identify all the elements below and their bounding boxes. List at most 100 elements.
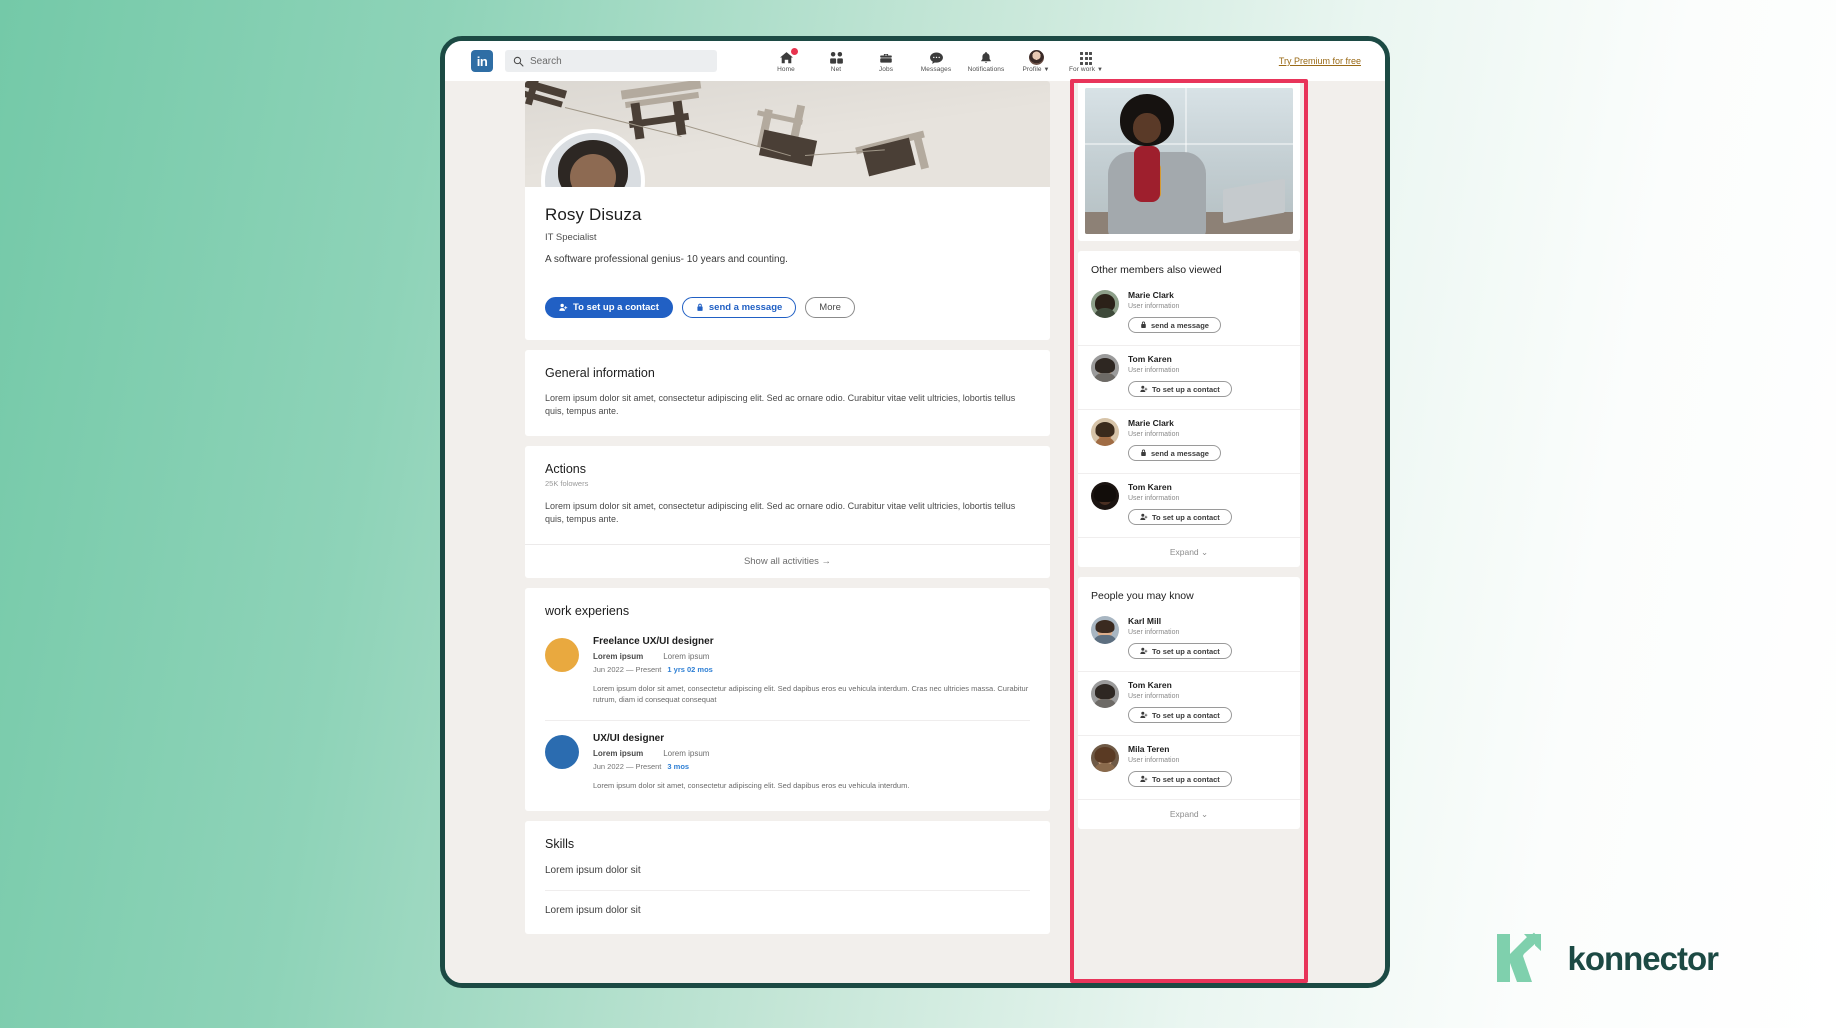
general-information-card: General information Lorem ipsum dolor si… <box>525 350 1050 437</box>
nav-item-messages[interactable]: Messages <box>911 50 961 73</box>
button-label: send a message <box>1151 320 1209 330</box>
work-experience-card: work experiens Freelance UX/UI designer … <box>525 588 1050 811</box>
nav-item-for-work[interactable]: For work ▼ <box>1061 50 1111 73</box>
profile-action-buttons: To set up a contact send a message More <box>545 297 1030 318</box>
add-person-icon <box>1140 385 1148 392</box>
button-label: send a message <box>708 302 783 313</box>
list-item[interactable]: Mila Teren User information To set up a … <box>1078 735 1300 799</box>
lock-icon <box>697 303 703 311</box>
send-message-button[interactable]: send a message <box>1128 445 1221 461</box>
people-you-may-know-card: People you may know Karl Mill User infor… <box>1078 577 1300 829</box>
avatar <box>1091 482 1119 510</box>
send-message-button[interactable]: send a message <box>681 297 797 318</box>
browser-window: in Home <box>440 36 1390 988</box>
list-item[interactable]: Karl Mill User information To set up a c… <box>1078 608 1300 671</box>
set-up-contact-button[interactable]: To set up a contact <box>1128 643 1232 659</box>
avatar <box>1028 49 1044 65</box>
expand-people-you-may-know-button[interactable]: Expand ⌄ <box>1078 799 1300 829</box>
show-all-activities-link[interactable]: Show all activities → <box>525 544 1050 578</box>
section-title: Actions <box>545 462 586 477</box>
add-person-icon <box>559 303 568 311</box>
followers-count: 25K folowers <box>545 479 589 489</box>
linkedin-logo-icon[interactable]: in <box>471 50 493 72</box>
search-icon <box>513 56 524 67</box>
konnector-wordmark: konnector <box>1567 940 1719 977</box>
company-name: Lorem ipsum <box>593 748 644 758</box>
add-person-icon <box>1140 647 1148 654</box>
job-duration: 3 mos <box>667 761 690 771</box>
button-label: To set up a contact <box>573 302 659 313</box>
set-up-contact-button[interactable]: To set up a contact <box>1128 771 1232 787</box>
list-item[interactable]: Tom Karen User information To set up a c… <box>1078 345 1300 409</box>
set-up-contact-button[interactable]: To set up a contact <box>1128 509 1232 525</box>
person-name: Karl Mill <box>1128 616 1162 626</box>
person-subtitle: User information <box>1128 495 1180 502</box>
page-body: Rosy Disuza IT Specialist A software pro… <box>445 79 1385 983</box>
job-location: Lorem ipsum <box>663 652 710 662</box>
set-up-contact-button[interactable]: To set up a contact <box>545 297 673 318</box>
konnector-watermark: konnector <box>1493 932 1719 986</box>
button-label: send a message <box>1151 448 1209 458</box>
grid-icon <box>1079 50 1093 65</box>
set-up-contact-button[interactable]: To set up a contact <box>1128 381 1232 397</box>
nav-item-network[interactable]: Net <box>811 50 861 73</box>
job-dates: Jun 2022 — Present <box>593 761 662 771</box>
button-label: More <box>819 302 841 313</box>
nav-label: For work <box>1068 65 1096 73</box>
person-subtitle: User information <box>1128 757 1180 764</box>
try-premium-link[interactable]: Try Premium for free <box>1279 56 1361 66</box>
person-name: Marie Clark <box>1128 418 1174 428</box>
person-name: Tom Karen <box>1128 354 1172 364</box>
nav-item-profile[interactable]: Profile ▼ <box>1011 49 1061 73</box>
section-body: Lorem ipsum dolor sit amet, consectetur … <box>545 393 1016 417</box>
logo-text: in <box>476 53 488 69</box>
person-subtitle: User information <box>1128 693 1180 700</box>
lock-icon <box>1141 321 1146 328</box>
also-viewed-card: Other members also viewed Marie Clark Us… <box>1078 251 1300 567</box>
company-logo <box>545 734 579 769</box>
konnector-logo-icon <box>1497 932 1542 982</box>
main-content-column: Rosy Disuza IT Specialist A software pro… <box>525 81 1050 983</box>
search-input[interactable] <box>530 55 709 67</box>
network-icon <box>829 50 844 65</box>
section-title: work experiens <box>545 604 630 619</box>
avatar <box>1091 744 1119 772</box>
list-item[interactable]: Tom Karen User information To set up a c… <box>1078 473 1300 537</box>
person-name: Tom Karen <box>1128 482 1172 492</box>
send-message-button[interactable]: send a message <box>1128 317 1221 333</box>
cover-photo[interactable] <box>525 81 1050 187</box>
nav-item-jobs[interactable]: Jobs <box>861 50 911 73</box>
chevron-down-icon: ▼ <box>1043 66 1050 73</box>
briefcase-icon <box>879 50 893 65</box>
sidebar-column: Other members also viewed Marie Clark Us… <box>1078 81 1300 983</box>
set-up-contact-button[interactable]: To set up a contact <box>1128 707 1232 723</box>
person-subtitle: User information <box>1128 367 1180 374</box>
expand-label: Expand <box>1169 547 1199 557</box>
button-label: To set up a contact <box>1152 646 1220 656</box>
expand-also-viewed-button[interactable]: Expand ⌄ <box>1078 537 1300 567</box>
nav-label: Messages <box>920 65 952 73</box>
search-bar[interactable] <box>505 50 717 72</box>
list-item[interactable]: Marie Clark User information send a mess… <box>1078 282 1300 345</box>
message-icon <box>929 50 944 65</box>
promo-image[interactable] <box>1085 88 1293 234</box>
bell-icon <box>979 50 993 65</box>
person-name: Tom Karen <box>1128 680 1172 690</box>
section-title: People you may know <box>1091 590 1194 602</box>
person-subtitle: User information <box>1128 629 1180 636</box>
list-item: Lorem ipsum dolor sit <box>545 889 1030 930</box>
person-name: Mila Teren <box>1128 744 1170 754</box>
list-item[interactable]: Marie Clark User information send a mess… <box>1078 409 1300 473</box>
list-item[interactable]: Tom Karen User information To set up a c… <box>1078 671 1300 735</box>
top-navigation-bar: in Home <box>445 41 1385 81</box>
profile-avatar[interactable] <box>541 129 645 187</box>
avatar <box>1091 680 1119 708</box>
home-notification-badge <box>789 46 799 56</box>
nav-item-notifications[interactable]: Notifications <box>961 50 1011 73</box>
more-button[interactable]: More <box>805 297 855 318</box>
nav-item-home[interactable]: Home <box>761 46 811 73</box>
promo-person-face <box>1133 112 1162 143</box>
job-description: Lorem ipsum dolor sit amet, consectetur … <box>593 780 910 790</box>
expand-label: Expand <box>1169 809 1199 819</box>
profile-headline: IT Specialist <box>545 232 597 243</box>
